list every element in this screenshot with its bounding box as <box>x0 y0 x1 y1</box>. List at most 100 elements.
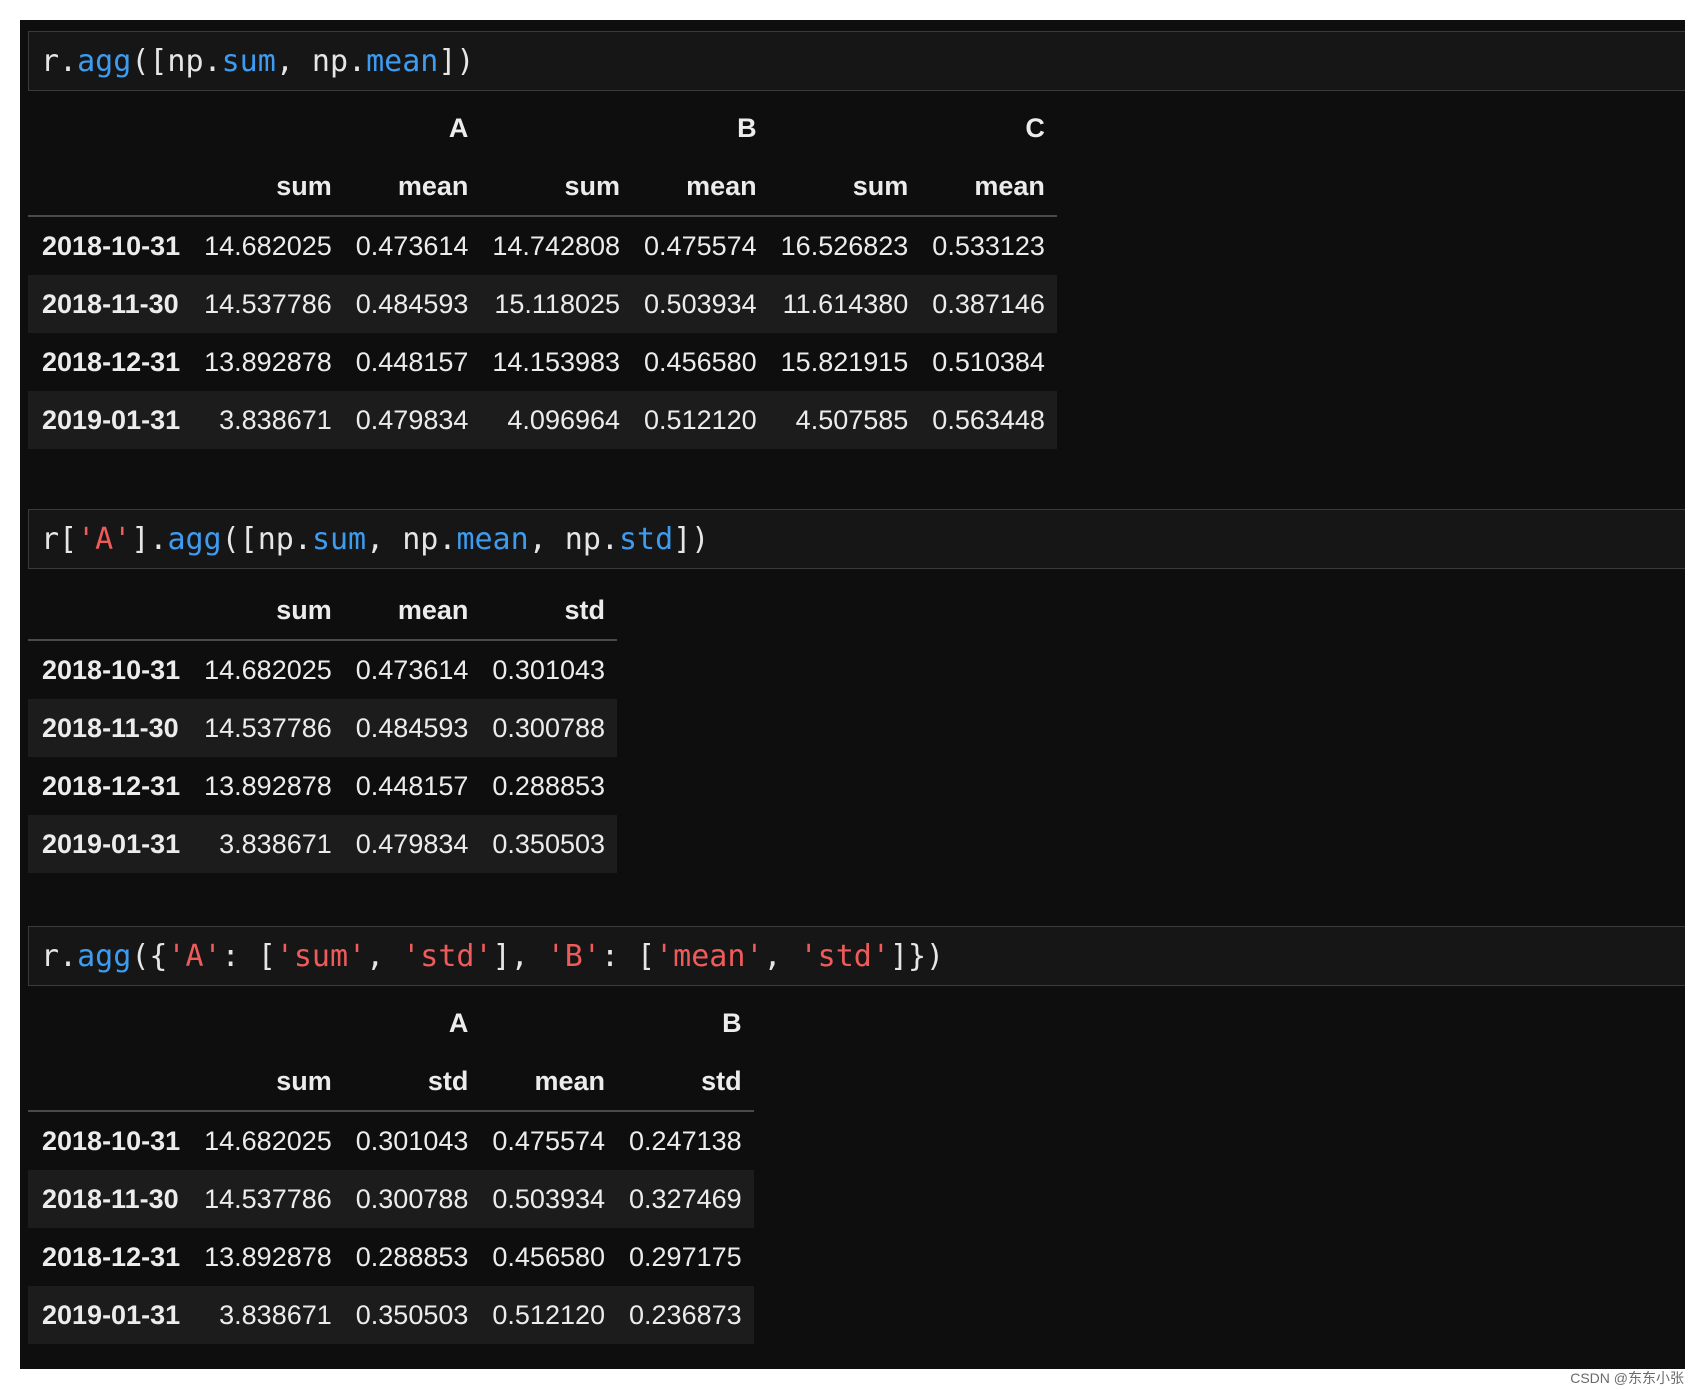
code-token: agg <box>77 43 132 79</box>
table-cell: 13.892878 <box>204 770 332 801</box>
code-token: ([np. <box>221 521 312 557</box>
code-token: ]) <box>673 521 710 557</box>
table-row: 2018-12-31 13.892878 0.448157 14.153983 0.45… <box>28 333 1057 391</box>
code-token: sum <box>221 43 276 79</box>
code-token: ([np. <box>131 43 222 79</box>
index-header <box>28 157 193 217</box>
table-cell: 0.484593 <box>355 712 469 743</box>
row-index: 2019-01-31 <box>42 404 181 435</box>
column-header: mean <box>343 581 481 641</box>
index-header <box>28 1052 193 1112</box>
column-header-row: sum mean std <box>28 581 618 641</box>
table-cell: 14.742808 <box>492 230 621 261</box>
column-header: sum <box>192 581 344 641</box>
column-header: std <box>617 1052 754 1112</box>
table-cell: 0.288853 <box>355 1241 469 1272</box>
row-index: 2018-12-31 <box>42 1241 181 1272</box>
table-cell: 0.288853 <box>492 770 606 801</box>
table-cell: 0.297175 <box>629 1241 742 1272</box>
row-index: 2018-10-31 <box>42 230 181 261</box>
table-cell: 0.350503 <box>355 1299 469 1330</box>
column-group-header: C <box>1025 112 1045 143</box>
watermark: CSDN @东东小张 <box>1570 1370 1684 1386</box>
table-row: 2019-01-31 3.838671 0.350503 0.512120 0.2368… <box>28 1286 754 1344</box>
dataframe-output-1: A B Csum mean sum mean sum mean 2018-10-31 14.682… <box>28 99 1057 449</box>
code-token: 'std' <box>402 938 493 974</box>
row-index: 2018-10-31 <box>42 654 181 685</box>
table-cell: 3.838671 <box>219 828 332 859</box>
column-group-header: B <box>737 112 757 143</box>
code-token: r[ <box>41 521 78 557</box>
row-index: 2018-10-31 <box>42 1125 181 1156</box>
code-token: 'B' <box>546 938 601 974</box>
row-index: 2019-01-31 <box>42 828 181 859</box>
code-token: sum <box>311 521 367 557</box>
table-cell: 13.892878 <box>204 1241 332 1272</box>
table-row: 2018-10-31 14.682025 0.301043 0.475574 0.247… <box>28 1111 754 1170</box>
table-cell: 0.350503 <box>492 828 606 859</box>
code-token: 'A' <box>167 938 222 974</box>
table-cell: 0.475574 <box>492 1125 606 1156</box>
code-token: mean <box>456 521 529 557</box>
table-cell: 15.118025 <box>494 288 621 319</box>
table-cell: 0.448157 <box>355 346 469 377</box>
notebook-section-2: r['A']. agg ([np. sum, np. mean, np. std]) su… <box>28 509 1685 873</box>
table-cell: 14.682025 <box>204 230 332 261</box>
table-cell: 0.327469 <box>629 1183 742 1214</box>
table-row: 2018-10-31 14.682025 0.473614 14.742808 0.47… <box>28 216 1057 275</box>
table-cell: 0.301043 <box>355 1125 469 1156</box>
column-header: sum <box>192 1052 344 1112</box>
column-header: sum <box>480 157 633 217</box>
code-token: agg <box>167 521 222 557</box>
table-cell: 0.456580 <box>644 346 757 377</box>
table-cell: 0.479834 <box>355 404 469 435</box>
table-cell: 14.153983 <box>492 346 621 377</box>
table-cell: 14.537786 <box>204 1183 332 1214</box>
notebook-section-3: r. agg({'A': ['sum', 'std'], 'B': ['mean'… <box>28 926 1685 1344</box>
notebook-section-1: r. agg ([np. sum, np. mean]) A B Csum mean sum me… <box>28 31 1685 449</box>
code-cell-1[interactable]: r. agg ([np. sum, np. mean]) <box>28 31 1685 91</box>
table-cell: 0.473614 <box>355 654 469 685</box>
column-group-header: B <box>722 1007 742 1038</box>
code-token: 'std' <box>799 938 890 974</box>
code-token: std <box>619 521 674 557</box>
column-header: std <box>480 581 618 641</box>
column-group-header-row: AB <box>28 994 754 1052</box>
column-header: mean <box>632 157 769 217</box>
row-index: 2018-11-30 <box>42 288 179 319</box>
column-group-header-row: A B C <box>28 99 1057 157</box>
table-cell: 0.301043 <box>492 654 606 685</box>
code-token: 'sum' <box>275 938 367 974</box>
table-row: 2018-11-30 14.537786 0.484593 15.118025 0.50… <box>28 275 1057 333</box>
row-index: 2018-12-31 <box>42 770 181 801</box>
table-cell: 0.563448 <box>932 404 1045 435</box>
column-header-row: sum std mean std <box>28 1052 754 1112</box>
row-index: 2018-11-30 <box>42 712 179 743</box>
code-cell-3[interactable]: r. agg({'A': ['sum', 'std'], 'B': ['mean'… <box>28 926 1685 986</box>
code-token: , <box>366 938 403 974</box>
table-row: 2018-11-30 14.537786 0.484593 0.300788 <box>28 699 618 757</box>
table-row: 2018-12-31 13.892878 0.448157 0.288853 <box>28 757 617 815</box>
table-cell: 0.503934 <box>492 1183 606 1214</box>
table-cell: 0.300788 <box>355 1183 469 1214</box>
table-cell: 0.456580 <box>492 1241 606 1272</box>
code-token: mean <box>366 43 439 79</box>
table-cell: 0.387146 <box>932 288 1045 319</box>
table-cell: 11.614380 <box>782 288 909 319</box>
column-group-header: A <box>448 1007 469 1038</box>
column-header-row: sum mean sum mean sum mean <box>28 157 1057 217</box>
table-cell: 0.300788 <box>492 712 606 743</box>
table-cell: 0.479834 <box>355 828 469 859</box>
code-token: r. <box>41 43 78 79</box>
table-cell: 0.484593 <box>355 288 469 319</box>
table-row: 2018-11-30 14.537786 0.300788 0.503934 0.327… <box>28 1170 754 1228</box>
code-token: ({ <box>131 938 168 974</box>
notebook-output-frame: r. agg ([np. sum, np. mean]) A B Csum mean sum me… <box>20 20 1685 1369</box>
table-cell: 4.096964 <box>507 404 621 435</box>
row-index: 2019-01-31 <box>42 1299 181 1330</box>
table-row: 2018-12-31 13.892878 0.288853 0.456580 0.297… <box>28 1228 754 1286</box>
table-row: 2018-10-31 14.682025 0.473614 0.301043 <box>28 640 617 699</box>
table-cell: 0.512120 <box>644 404 757 435</box>
code-cell-2[interactable]: r['A']. agg ([np. sum, np. mean, np. std]) <box>28 509 1685 569</box>
column-header: mean <box>920 157 1057 217</box>
